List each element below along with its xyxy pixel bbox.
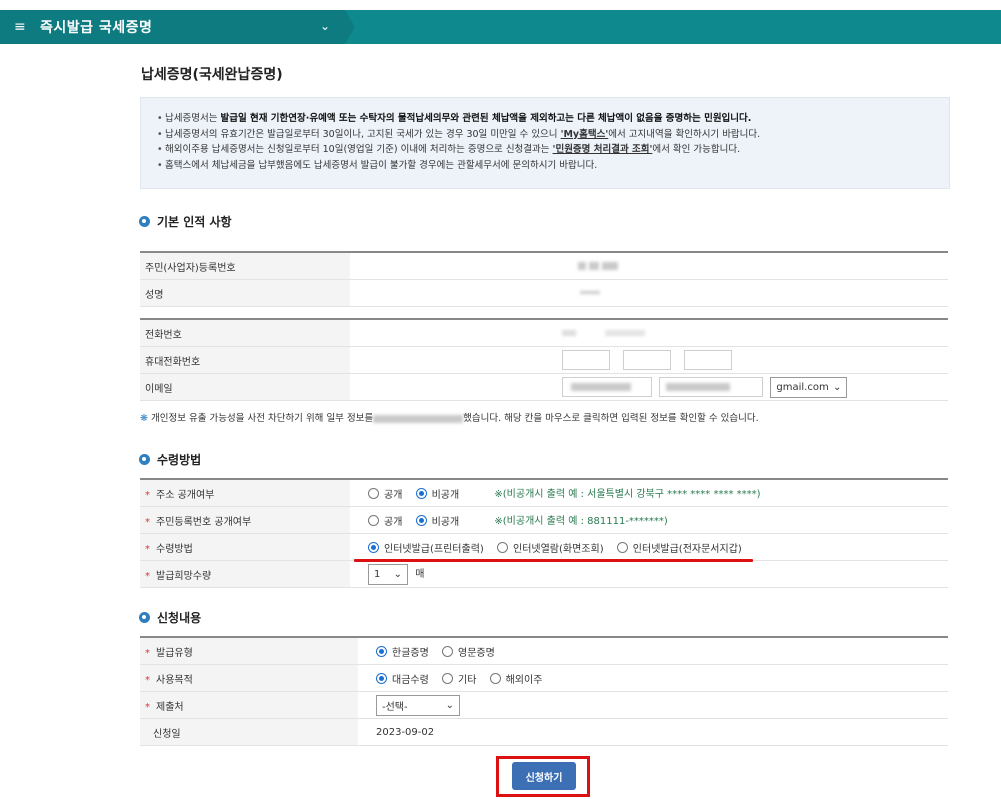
mobile-part1-input[interactable] [562, 350, 610, 370]
address-open-radio[interactable] [368, 488, 379, 500]
page-title: 납세증명(국세완납증명) [141, 67, 283, 83]
chevron-down-icon: ⌄ [832, 381, 842, 393]
bullet-icon [139, 216, 150, 227]
section-application: 신청내용 [139, 609, 201, 626]
email-label: 이메일 [140, 373, 350, 401]
notice-box: 납세증명서는 발급일 현재 기한연장·유예액 또는 수탁자의 물적납세의무와 관… [140, 97, 950, 189]
quantity-unit: 매 [415, 569, 425, 580]
bullet-icon [139, 454, 150, 465]
notice-item: 납세증명서는 발급일 현재 기한연장·유예액 또는 수탁자의 물적납세의무와 관… [157, 111, 949, 127]
address-closed-radio[interactable] [415, 488, 427, 500]
purpose-label: 사용목적 [156, 674, 193, 686]
bullet-icon [139, 612, 150, 623]
application-table: * 발급유형 한글증명 영문증명 * 사용목적 대금수령 기타 해외이주 * 제출처 … [140, 636, 948, 746]
mobile-fields[interactable] [350, 346, 948, 374]
rrn-value [350, 251, 948, 280]
notice-item: 홈택스에서 체납세금을 납부했음에도 납세증명서 발급이 불가할 경우에는 관할… [157, 158, 949, 174]
method-wallet-radio[interactable] [616, 541, 628, 553]
purpose-payment-radio[interactable] [376, 672, 387, 684]
email-fields[interactable]: gmail.com ⌄ [350, 373, 948, 401]
method-print-radio[interactable] [368, 541, 379, 553]
type-english-radio[interactable] [442, 645, 453, 657]
chevron-down-icon: ⌄ [445, 699, 454, 711]
submit-to-label: 제출처 [156, 701, 184, 713]
submit-to-select[interactable]: -선택- ⌄ [376, 694, 460, 716]
mobile-part2-input[interactable] [623, 350, 672, 370]
hamburger-icon[interactable]: ≡ [14, 19, 28, 35]
mobile-label: 휴대전화번호 [140, 346, 350, 374]
issue-type-label: 발급유형 [156, 647, 193, 659]
rrn-disclosure-label: 주민등록번호 공개여부 [156, 516, 252, 528]
chevron-down-icon: ⌄ [393, 568, 402, 580]
mobile-part3-input[interactable] [684, 350, 733, 370]
purpose-other-radio[interactable] [442, 672, 453, 684]
receive-table: * 주소 공개여부 공개 비공개 ※(비공개시 출력 예 : 서울특별시 강북구 … [140, 478, 948, 588]
phone-field[interactable] [350, 319, 948, 347]
info-icon: ❋ [140, 413, 148, 424]
privacy-hint: ❋ 개인정보 유출 가능성을 사전 차단하기 위해 일부 정보를 했습니다. 해당… [140, 413, 759, 424]
type-korean-radio[interactable] [376, 645, 387, 657]
email-id-input[interactable] [562, 377, 652, 397]
method-view-radio[interactable] [497, 541, 508, 553]
quantity-label: 발급희망수량 [156, 570, 212, 582]
notice-item: 납세증명서의 유효기간은 발급일로부터 30일이나, 고지된 국세가 있는 경우… [157, 127, 949, 143]
result-inquiry-link[interactable]: '민원증명 처리결과 조회' [553, 144, 653, 155]
rrn-closed-radio[interactable] [415, 515, 427, 527]
red-annotation-underline [354, 559, 753, 562]
menu-toggle[interactable]: ≡ 즉시발급 국세증명 ⌄ [0, 10, 345, 44]
section-basic-info: 기본 인적 사항 [139, 213, 232, 230]
name-value [350, 279, 948, 307]
basic-info-table: 주민(사업자)등록번호 성명 전화번호 휴대전화번호 이메일 gmail.com… [140, 251, 948, 401]
chevron-down-icon[interactable]: ⌄ [320, 19, 330, 33]
address-disclosure-label: 주소 공개여부 [156, 489, 215, 501]
apply-date-value: 2023-09-02 [358, 718, 948, 746]
breadcrumb-arrow [345, 10, 355, 44]
my-hometax-link[interactable]: 'My홈택스' [561, 129, 609, 140]
notice-item: 해외이주용 납세증명서는 신청일로부터 10일(영업일 기준) 이내에 처리하는… [157, 142, 949, 158]
method-label: 수령방법 [156, 543, 193, 555]
rrn-label: 주민(사업자)등록번호 [140, 251, 350, 280]
email-domain-input[interactable] [659, 377, 764, 397]
email-domain-select[interactable]: gmail.com ⌄ [770, 376, 848, 398]
quantity-select[interactable]: 1 ⌄ [368, 563, 408, 585]
menu-title[interactable]: 즉시발급 국세증명 [40, 17, 152, 37]
address-note: ※(비공개시 출력 예 : 서울특별시 강북구 **** **** **** *… [494, 488, 761, 500]
purpose-emigration-radio[interactable] [489, 672, 501, 684]
apply-date-label: 신청일 [140, 718, 358, 746]
rrn-open-radio[interactable] [368, 515, 379, 527]
top-nav-bar: ≡ 즉시발급 국세증명 ⌄ [0, 10, 1001, 44]
name-label: 성명 [140, 279, 350, 307]
rrn-note: ※(비공개시 출력 예 : 881111-*******) [494, 515, 668, 527]
phone-label: 전화번호 [140, 319, 350, 347]
section-receive-method: 수령방법 [139, 451, 201, 468]
submit-button[interactable]: 신청하기 [512, 762, 576, 790]
